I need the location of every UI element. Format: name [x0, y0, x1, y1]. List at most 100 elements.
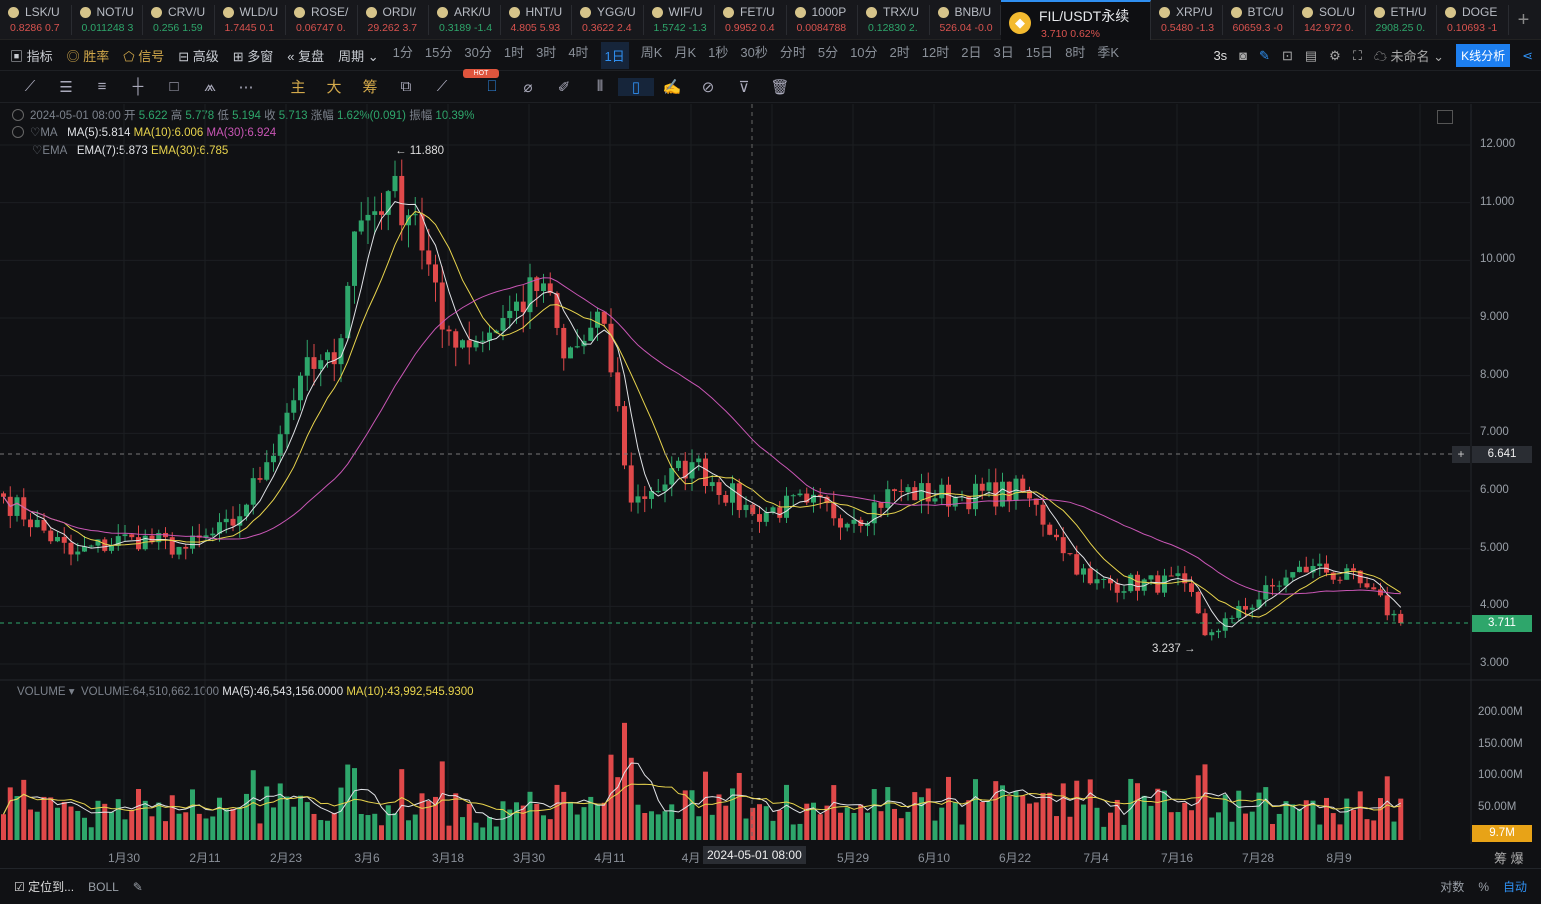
volume-bar: [925, 788, 931, 840]
chips-axis-button[interactable]: 筹: [1494, 851, 1507, 866]
volume-bar: [460, 817, 465, 840]
settings-icon[interactable]: ⚙: [1329, 48, 1341, 64]
multiwindow-button[interactable]: ⊞ 多窗: [233, 46, 274, 65]
period-12[interactable]: 5分: [818, 42, 838, 69]
period-18[interactable]: 15日: [1026, 42, 1053, 69]
ticker-tab[interactable]: XRP/U 0.5480 -1.3: [1151, 5, 1223, 35]
period-17[interactable]: 3日: [993, 42, 1013, 69]
winrate-button[interactable]: ◎ 胜率: [67, 46, 110, 65]
period-19[interactable]: 8时: [1065, 42, 1085, 69]
ticker-price: 0.256: [153, 22, 180, 34]
period-3[interactable]: 1时: [504, 42, 524, 69]
ticker-tab[interactable]: NOT/U 0.011248 3: [72, 5, 143, 35]
filter-icon[interactable]: ⊽: [726, 78, 762, 96]
indicators-button[interactable]: ▣ 指标: [10, 46, 53, 65]
liquidation-axis-button[interactable]: 爆: [1511, 851, 1524, 866]
ma30-line: [3, 277, 1401, 595]
period-dropdown[interactable]: 周期 ⌄: [338, 46, 379, 65]
fullscreen-icon[interactable]: ⛶: [1353, 48, 1362, 64]
replay-button[interactable]: « 复盘: [287, 46, 324, 65]
note-icon[interactable]: ✍: [654, 78, 690, 96]
price-chart[interactable]: [0, 104, 1541, 844]
template-icon[interactable]: ▤: [1305, 48, 1317, 64]
period-2[interactable]: 30分: [464, 42, 491, 69]
chips-button[interactable]: 筹: [352, 76, 388, 97]
trash-icon[interactable]: 🗑: [762, 78, 798, 96]
edit-icon[interactable]: ✎: [133, 880, 143, 894]
period-14[interactable]: 2时: [890, 42, 910, 69]
line-tool-icon[interactable]: ⟋: [12, 78, 48, 95]
rectangle-tool-icon[interactable]: □: [156, 78, 192, 95]
ticker-tab[interactable]: CRV/U 0.256 1.59: [143, 5, 215, 35]
period-8[interactable]: 月K: [674, 42, 696, 69]
refresh-interval[interactable]: 3s: [1213, 48, 1227, 63]
period-10[interactable]: 30秒: [740, 42, 767, 69]
fib-lines-icon[interactable]: ≡: [84, 78, 120, 95]
bookmark-icon[interactable]: ⎕: [474, 78, 510, 95]
boll-button[interactable]: BOLL: [88, 880, 119, 894]
locate-button[interactable]: ☑ 定位到...: [14, 878, 74, 895]
period-11[interactable]: 分时: [780, 42, 806, 69]
period-13[interactable]: 10分: [850, 42, 877, 69]
camera-icon[interactable]: ◙: [1239, 48, 1247, 63]
layout-dropdown[interactable]: ☁ 未命名 ⌄: [1374, 46, 1444, 65]
advanced-button[interactable]: ⊟ 高级: [178, 46, 219, 65]
ticker-tab[interactable]: BNB/U 526.04 -0.0: [930, 5, 1001, 35]
candles-icon[interactable]: ⫴: [582, 78, 618, 95]
ticker-tab[interactable]: WIF/U 1.5742 -1.3: [644, 5, 715, 35]
big-order-button[interactable]: 大: [316, 76, 352, 97]
main-force-button[interactable]: 主: [280, 76, 316, 97]
share-icon[interactable]: ⋖: [1522, 48, 1533, 64]
period-1[interactable]: 15分: [425, 42, 452, 69]
period-5[interactable]: 4时: [568, 42, 588, 69]
volume-bar: [649, 811, 654, 840]
hot-tool-icon[interactable]: ⟋: [424, 78, 460, 95]
ticker-tab[interactable]: 1000P 0.0084788: [787, 5, 858, 35]
ticker-tab[interactable]: ORDI/29.262 3.7: [358, 5, 429, 35]
ticker-tab[interactable]: LSK/U 0.8286 0.7: [0, 5, 72, 35]
percent-scale-button[interactable]: %: [1478, 880, 1489, 894]
signal-button[interactable]: ⬠ 信号: [123, 46, 164, 65]
candle-body: [831, 503, 837, 519]
log-scale-button[interactable]: 对数: [1440, 878, 1464, 895]
ticker-tab[interactable]: DOGE 0.10693 -1: [1437, 5, 1509, 35]
ticker-tab[interactable]: FET/U 0.9952 0.4: [715, 5, 787, 35]
parallel-lines-icon[interactable]: ☰: [48, 78, 84, 96]
ticker-tab[interactable]: YGG/U 0.3622 2.4: [572, 5, 644, 35]
ticker-tab[interactable]: SOL/U 142.972 0.: [1294, 5, 1366, 35]
ticker-tab[interactable]: ROSE/0.06747 0.: [286, 5, 358, 35]
candle-body: [601, 311, 607, 324]
period-7[interactable]: 周K: [641, 42, 663, 69]
ticker-tab[interactable]: HNT/U 4.805 5.93: [501, 5, 572, 35]
auto-scale-button[interactable]: 自动: [1503, 878, 1527, 895]
active-ticker-tab[interactable]: ◆ FIL/USDT永续 3.710 0.62%: [1001, 0, 1151, 40]
period-6[interactable]: 1日: [600, 41, 629, 69]
expand-icon[interactable]: [1437, 110, 1453, 124]
ticker-tab[interactable]: WLD/U 1.7445 0.1: [215, 5, 286, 35]
add-alert-icon[interactable]: +: [1452, 446, 1470, 463]
period-20[interactable]: 季K: [1097, 42, 1119, 69]
add-ticker-button[interactable]: +: [1509, 0, 1539, 39]
add-window-icon[interactable]: ⊡: [1282, 48, 1293, 64]
period-0[interactable]: 1分: [393, 42, 413, 69]
period-15[interactable]: 12时: [922, 42, 949, 69]
period-9[interactable]: 1秒: [708, 42, 728, 69]
period-4[interactable]: 3时: [536, 42, 556, 69]
pencil-icon[interactable]: ✎: [1259, 48, 1270, 64]
ticker-tab[interactable]: BTC/U 60659.3 -0: [1223, 5, 1294, 35]
period-16[interactable]: 2日: [961, 42, 981, 69]
brush-icon[interactable]: ✐: [546, 78, 582, 96]
kline-analysis-button[interactable]: K线分析: [1456, 44, 1511, 67]
candle-body: [68, 542, 74, 555]
magnet-icon[interactable]: ⊘: [690, 78, 726, 96]
ticker-tab[interactable]: ETH/U 2908.25 0.: [1366, 5, 1437, 35]
ticker-tab[interactable]: ARK/U 0.3189 -1.4: [429, 5, 501, 35]
swap-icon[interactable]: ⧉: [388, 78, 424, 95]
volume-bar: [210, 816, 216, 840]
ruler-icon[interactable]: ⌀: [510, 78, 546, 96]
horizontal-line-icon[interactable]: ┼: [120, 78, 156, 95]
pattern-tool-icon[interactable]: ⩕: [192, 78, 228, 95]
lock-icon[interactable]: ▯: [618, 77, 654, 96]
ticker-tab[interactable]: TRX/U 0.12830 2.: [858, 5, 930, 35]
more-tools-icon[interactable]: ⋯: [228, 78, 264, 96]
